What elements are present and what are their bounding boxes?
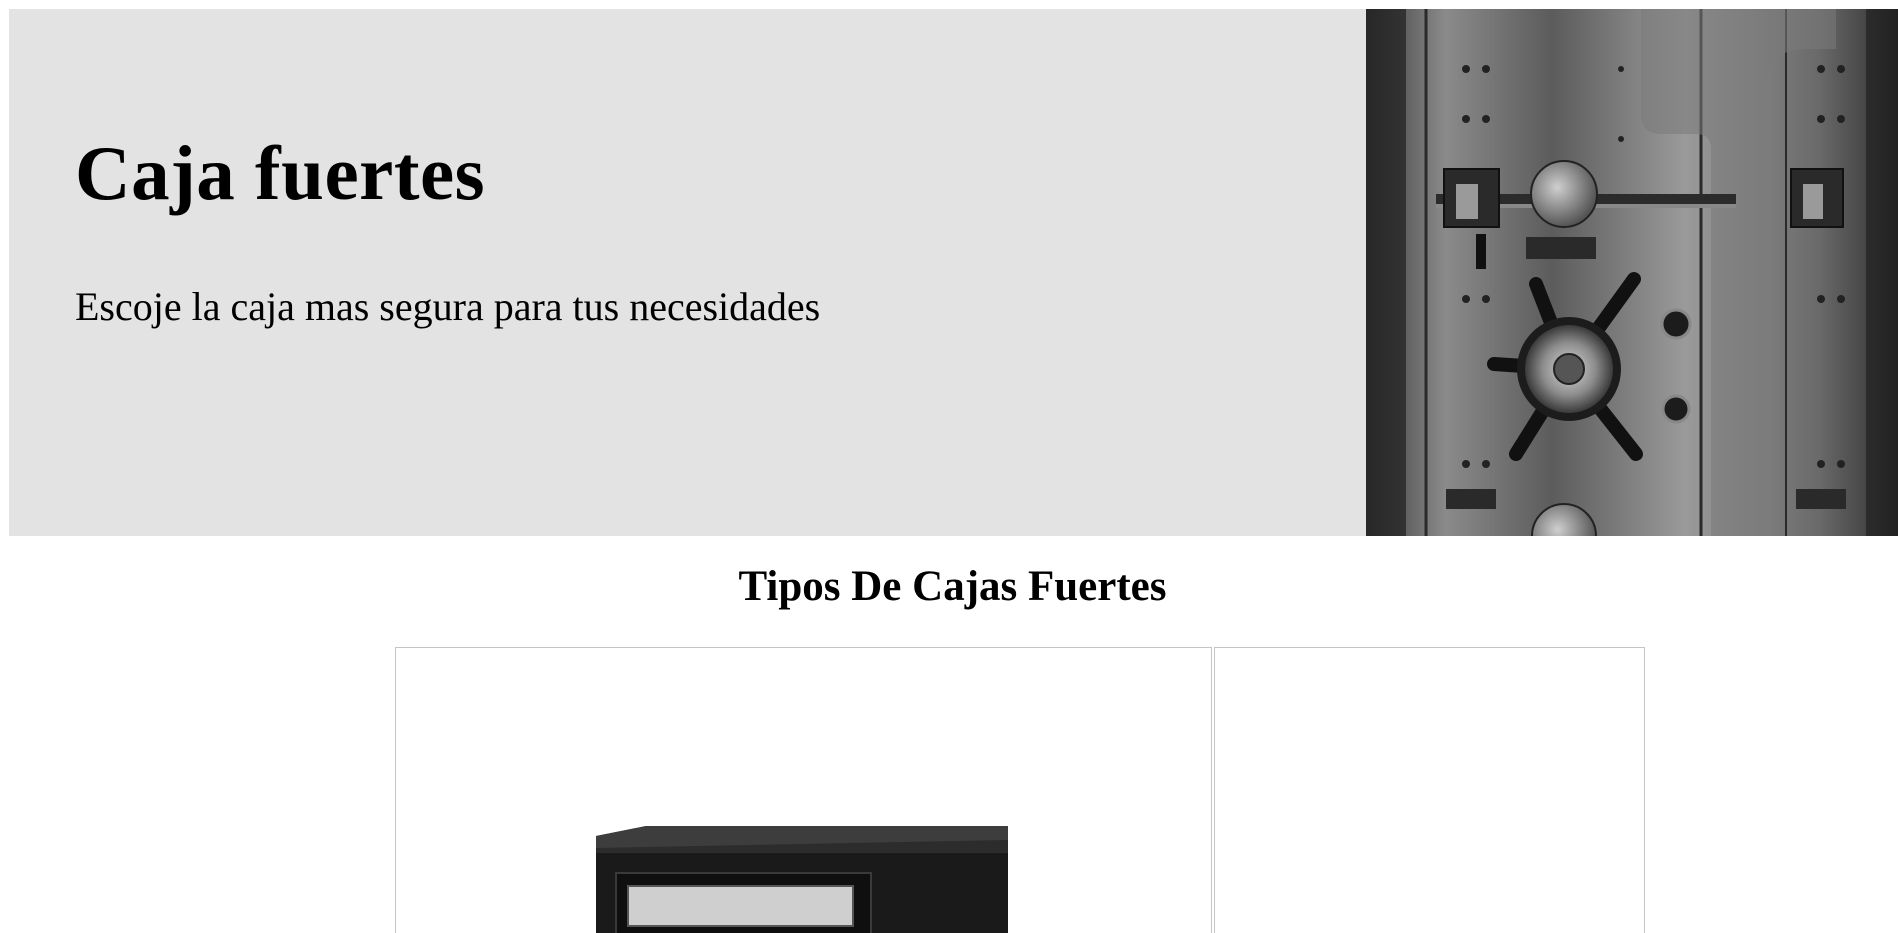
vault-door-image xyxy=(1366,9,1898,536)
hero-banner: Caja fuertes Escoje la caja mas segura p… xyxy=(9,9,1898,536)
black-safe-box-icon xyxy=(596,826,1008,933)
safe-card[interactable] xyxy=(1214,647,1645,933)
hero-subtitle: Escoje la caja mas segura para tus neces… xyxy=(75,284,821,329)
vault-door-icon xyxy=(1366,9,1898,536)
hero-text-panel: Caja fuertes Escoje la caja mas segura p… xyxy=(9,9,1366,536)
safe-card[interactable] xyxy=(395,647,1212,933)
page: Caja fuertes Escoje la caja mas segura p… xyxy=(0,0,1898,933)
section-title: Tipos De Cajas Fuertes xyxy=(738,563,1167,610)
safe-types-grid xyxy=(395,647,1645,933)
hero-title: Caja fuertes xyxy=(75,130,486,216)
